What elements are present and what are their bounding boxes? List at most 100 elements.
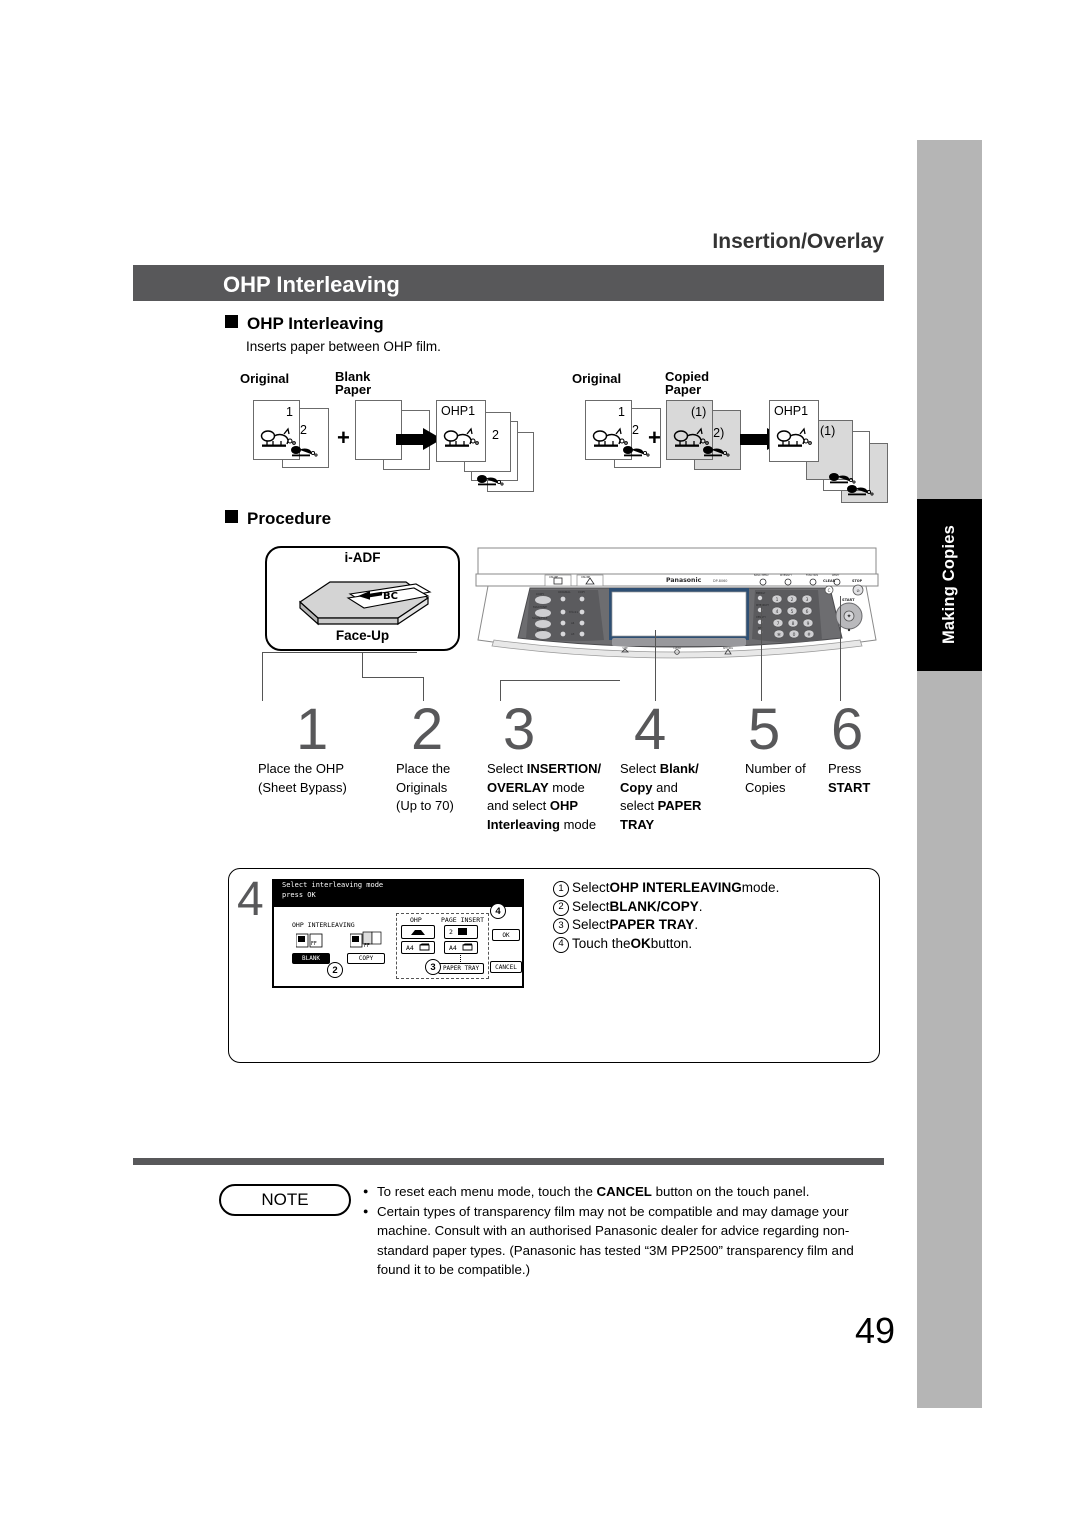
- svg-text:3: 3: [806, 597, 809, 603]
- plus-sign-left: +: [337, 425, 350, 450]
- bypass-tray-icon: [411, 930, 425, 935]
- result-page-label-right: OHP1: [774, 404, 809, 418]
- svg-text:6: 6: [806, 609, 809, 615]
- page-title-bar: OHP Interleaving: [133, 265, 884, 301]
- marker-circle-4: 4: [490, 903, 506, 919]
- instruction-num-1: 1: [553, 881, 569, 897]
- lcd-header-line2: press OK: [282, 890, 316, 899]
- step4-card-number: 4: [237, 873, 264, 926]
- instruction-num-4: 4: [553, 936, 569, 953]
- lcd-dotted-link: [460, 955, 461, 962]
- adf-top-label: i-ADF: [344, 550, 381, 565]
- lcd-button-copy[interactable]: COPY: [347, 953, 385, 964]
- svg-text:RESET: RESET: [832, 574, 840, 577]
- instruction-num-2: 2: [553, 899, 569, 916]
- page-number: 49: [855, 1310, 896, 1351]
- instruction-bold-2: BLANK/COPY: [609, 898, 699, 914]
- touch-panel-screen[interactable]: Select interleaving mode press OK OHP IN…: [272, 879, 524, 988]
- original-page-num-1-left: 1: [286, 405, 293, 419]
- lcd-button-ok[interactable]: OK: [492, 929, 520, 941]
- copier-control-panel-illustration: COPYMACHINE SCAN/FILEPRINT ORIGINAL COPY …: [475, 547, 879, 659]
- panel-brand-text: Panasonic: [666, 577, 702, 584]
- svg-text:ONLINE: ONLINE: [581, 576, 590, 579]
- svg-text:ORIGINAL: ORIGINAL: [558, 590, 571, 594]
- instruction-pre-2: Select: [572, 898, 610, 914]
- svg-text:8½x11: 8½x11: [569, 610, 578, 614]
- svg-text:✻: ✻: [777, 632, 781, 638]
- instruction-item-3: 3 Select PAPER TRAY .: [553, 916, 779, 935]
- step-number-1: 1: [296, 697, 329, 762]
- svg-text:INTERRUPT: INTERRUPT: [756, 604, 770, 607]
- panel-model-text: DP-8060: [713, 579, 727, 583]
- step-number-6: 6: [831, 697, 864, 762]
- marker-circle-3: 3: [425, 959, 441, 975]
- instruction-pre-4: Touch the: [572, 935, 631, 951]
- instruction-post-4: button.: [650, 935, 693, 951]
- svg-text:7: 7: [777, 621, 780, 627]
- svg-text:BASIC MENU: BASIC MENU: [754, 574, 769, 577]
- svg-text:FF: FF: [311, 941, 317, 947]
- result-page-label-left: OHP1: [441, 404, 476, 418]
- dog-pictogram-result-icon: [443, 427, 479, 447]
- section-heading-procedure-text: Procedure: [247, 509, 332, 528]
- lcd-button-blank[interactable]: BLANK: [292, 953, 330, 964]
- note-body: To reset each menu mode, touch the CANCE…: [363, 1182, 883, 1280]
- step-number-4: 4: [634, 697, 667, 762]
- svg-text:0: 0: [793, 632, 796, 638]
- lcd-tray-number: 2: [449, 928, 453, 936]
- lcd-button-cancel[interactable]: CANCEL: [490, 961, 522, 973]
- lcd-header-bar: Select interleaving mode press OK: [274, 881, 522, 907]
- connector-step3-h: [500, 680, 620, 681]
- connector-step3-v: [500, 680, 501, 701]
- step-text-4: Select Blank/Copy and select PAPER TRAY: [620, 761, 702, 832]
- instruction-pre-3: Select: [572, 917, 610, 932]
- svg-text:PRINT: PRINT: [537, 628, 546, 632]
- lcd-col-label-ohp: OHP: [410, 916, 422, 924]
- original-page-num-2-left: 2: [300, 423, 307, 437]
- svg-text:COPY: COPY: [578, 590, 585, 594]
- section-heading-ohp: OHP Interleaving: [225, 314, 384, 334]
- lcd-col-label-page-insert: PAGE INSERT: [441, 916, 485, 924]
- diagram-label-blank-paper: Blank Paper: [335, 369, 372, 397]
- svg-text:8: 8: [792, 621, 795, 627]
- paper-sheet-icon-right: [462, 943, 473, 951]
- bullet-square-icon: [225, 315, 238, 328]
- note-item-1: To reset each menu mode, touch the CANCE…: [363, 1182, 883, 1202]
- step4-instruction-list: 1 Select OHP INTERLEAVING mode. 2 Select…: [553, 879, 779, 953]
- instruction-bold-1: OHP INTERLEAVING: [609, 880, 742, 895]
- step-text-3: Select INSERTION/OVERLAY mode and select …: [487, 761, 602, 832]
- result-page-num-2-left: 2: [492, 428, 499, 442]
- svg-text:CLEAR: CLEAR: [823, 579, 836, 583]
- svg-text:A3: A3: [571, 632, 575, 636]
- blank-sheet-1: [355, 400, 402, 460]
- adf-feeder-icon: BC: [299, 581, 432, 626]
- adf-bottom-label: Face-Up: [335, 628, 390, 643]
- svg-text:⊘: ⊘: [856, 588, 859, 593]
- bullet-square-icon-2: [225, 510, 238, 523]
- page-title: OHP Interleaving: [223, 272, 400, 297]
- section-heading-text: OHP Interleaving: [247, 314, 384, 333]
- svg-text:SCAN/FILE: SCAN/FILE: [532, 616, 548, 620]
- note-divider-rule: [133, 1158, 884, 1165]
- step-number-3: 3: [503, 697, 536, 762]
- svg-text:C: C: [828, 588, 831, 593]
- marker-circle-2: 2: [327, 962, 343, 978]
- instruction-post-1: mode.: [741, 880, 780, 895]
- dog-pictogram-orig-right-small-icon: [623, 446, 650, 457]
- copied-page-num-1: (1): [691, 405, 707, 419]
- instruction-post-3: .: [694, 917, 699, 932]
- dog-pictogram-result-right-icon: [776, 427, 812, 447]
- paper-tray-icon: [458, 928, 467, 935]
- svg-text:INTENSITY: INTENSITY: [780, 574, 793, 577]
- instruction-item-2: 2 Select BLANK/COPY .: [553, 898, 779, 917]
- svg-text:FF: FF: [364, 943, 370, 949]
- note-badge: NOTE: [219, 1184, 351, 1216]
- instruction-post-2: .: [698, 898, 703, 914]
- connector-step4-v: [655, 630, 656, 701]
- connector-adf-h1: [262, 652, 417, 653]
- svg-text:2: 2: [791, 597, 794, 603]
- step-number-5: 5: [748, 697, 781, 762]
- lcd-button-paper-tray[interactable]: PAPER TRAY: [438, 963, 484, 974]
- note-item-1-post: button on the touch panel.: [651, 1184, 810, 1199]
- svg-text:FUNCTION: FUNCTION: [806, 574, 818, 577]
